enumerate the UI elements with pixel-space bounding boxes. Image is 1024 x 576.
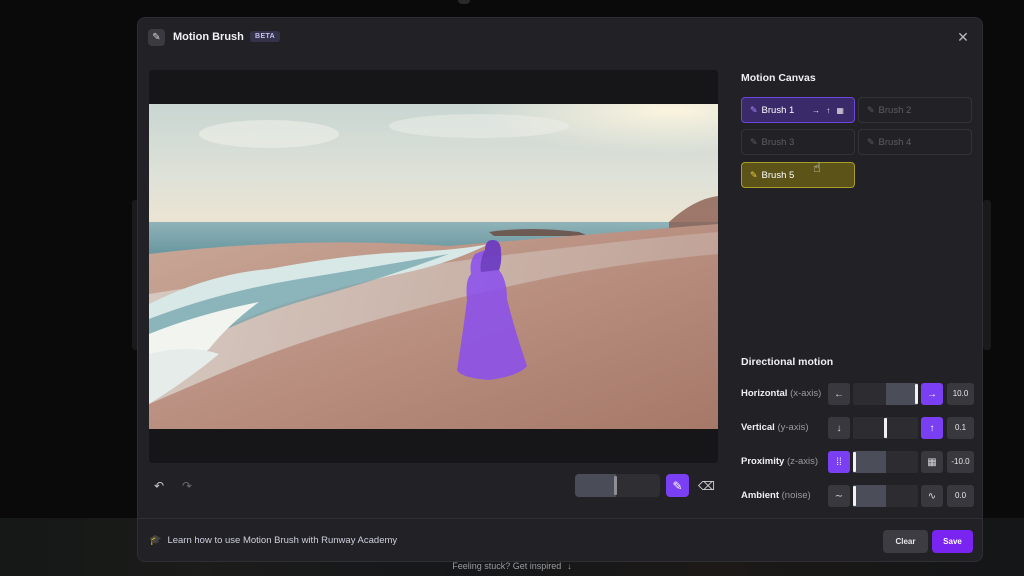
brush-icon: ✎ xyxy=(750,169,758,180)
horizontal-label: Horizontal (x-axis) xyxy=(741,388,821,399)
ambient-value[interactable]: 0.0 xyxy=(947,485,974,507)
brush-direction-indicators: → ↑ ▦ xyxy=(811,106,846,115)
brush-size-thumb[interactable] xyxy=(614,476,618,495)
horizontal-axis-hint: (x-axis) xyxy=(790,388,822,399)
modal-header: ✎ Motion Brush BETA ✕ xyxy=(138,18,982,60)
paintbrush-icon: ✎ xyxy=(148,29,165,46)
vertical-label-text: Vertical xyxy=(741,422,775,433)
ambient-axis-hint: (noise) xyxy=(781,490,811,501)
brush-icon: ✎ xyxy=(750,104,758,115)
paintbrush-icon[interactable]: ✎ xyxy=(666,474,689,497)
zoom-out-icon[interactable]: ▦ xyxy=(921,451,943,473)
horizontal-label-text: Horizontal xyxy=(741,388,788,399)
ambient-label: Ambient (noise) xyxy=(741,490,811,501)
motion-canvas-title: Motion Canvas xyxy=(741,72,816,84)
inspiration-hint[interactable]: Feeling stuck? Get inspired ↓ xyxy=(0,561,1024,571)
brush-3[interactable]: ✎ Brush 3 xyxy=(741,129,855,155)
background-top-handle xyxy=(458,0,470,4)
ambient-slider-thumb[interactable] xyxy=(853,486,856,506)
brush-label: Brush 4 xyxy=(878,136,912,148)
brush-icon: ✎ xyxy=(867,104,875,115)
arrow-right-icon[interactable]: → xyxy=(921,383,943,405)
arrow-up-icon[interactable]: ↑ xyxy=(921,417,943,439)
ambient-label-text: Ambient xyxy=(741,490,779,501)
horizontal-value[interactable]: 10.0 xyxy=(947,383,974,405)
ambient-slider-fill xyxy=(853,485,886,507)
zoom-in-icon[interactable]: ⁞⁞ xyxy=(828,451,850,473)
brush-size-fill xyxy=(575,474,616,497)
brush-label: Brush 2 xyxy=(878,104,912,116)
proximity-slider-thumb[interactable] xyxy=(853,452,856,472)
beach-scene-image xyxy=(149,104,718,429)
footer-divider xyxy=(138,518,982,519)
brush-5[interactable]: ✎ Brush 5 xyxy=(741,162,855,188)
horizontal-slider[interactable] xyxy=(853,383,918,405)
motion-canvas-image[interactable] xyxy=(149,70,718,463)
inspiration-hint-text: Feeling stuck? Get inspired xyxy=(452,561,562,571)
save-button[interactable]: Save xyxy=(932,530,973,553)
arrow-left-icon[interactable]: ← xyxy=(828,383,850,405)
brush-label: Brush 1 xyxy=(761,104,795,116)
vertical-axis-hint: (y-axis) xyxy=(777,422,809,433)
brush-4[interactable]: ✎ Brush 4 xyxy=(858,129,972,155)
horizontal-slider-fill xyxy=(885,383,918,405)
vertical-label: Vertical (y-axis) xyxy=(741,422,809,433)
arrow-down-icon[interactable]: ↓ xyxy=(828,417,850,439)
proximity-axis-hint: (z-axis) xyxy=(786,456,819,467)
vertical-motion-row: Vertical (y-axis) ↓ ↑ 0.1 xyxy=(741,417,974,439)
modal-title: Motion Brush xyxy=(173,31,244,43)
horizontal-slider-thumb[interactable] xyxy=(915,384,918,404)
directional-motion-title: Directional motion xyxy=(741,356,834,368)
pointer-cursor-icon: ☝ xyxy=(813,160,821,175)
wave-high-icon[interactable]: ∿ xyxy=(921,485,943,507)
brush-2[interactable]: ✎ Brush 2 xyxy=(858,97,972,123)
proximity-motion-row: Proximity (z-axis) ⁞⁞ ▦ -10.0 xyxy=(741,451,974,473)
horizontal-motion-row: Horizontal (x-axis) ← → 10.0 xyxy=(741,383,974,405)
graduation-cap-icon: 🎓 xyxy=(149,535,162,546)
eraser-icon[interactable]: ⌫ xyxy=(695,474,718,497)
brush-label: Brush 5 xyxy=(761,169,795,181)
academy-link[interactable]: 🎓 Learn how to use Motion Brush with Run… xyxy=(149,535,397,546)
brush-icon: ✎ xyxy=(867,136,875,147)
ambient-motion-row: Ambient (noise) ∼ ∿ 0.0 xyxy=(741,485,974,507)
undo-icon[interactable]: ↶ xyxy=(149,476,169,496)
brush-icon: ✎ xyxy=(750,136,758,147)
vertical-slider-thumb[interactable] xyxy=(884,418,888,438)
beta-badge: BETA xyxy=(250,31,281,42)
proximity-value[interactable]: -10.0 xyxy=(947,451,974,473)
proximity-label: Proximity (z-axis) xyxy=(741,456,818,467)
proximity-label-text: Proximity xyxy=(741,456,785,467)
clear-button[interactable]: Clear xyxy=(883,530,928,553)
arrow-down-icon: ↓ xyxy=(567,561,572,571)
close-icon[interactable]: ✕ xyxy=(954,28,972,46)
proximity-slider[interactable] xyxy=(853,451,918,473)
academy-link-text: Learn how to use Motion Brush with Runwa… xyxy=(167,535,398,546)
vertical-slider[interactable] xyxy=(853,417,918,439)
brush-label: Brush 3 xyxy=(761,136,795,148)
redo-icon[interactable]: ↷ xyxy=(177,476,197,496)
background-card-edge xyxy=(983,200,991,350)
ambient-slider[interactable] xyxy=(853,485,918,507)
wave-low-icon[interactable]: ∼ xyxy=(828,485,850,507)
vertical-value[interactable]: 0.1 xyxy=(947,417,974,439)
motion-brush-modal: ✎ Motion Brush BETA ✕ ↶ ↷ ✎ ⌫ Motion Can… xyxy=(137,17,983,562)
brush-size-slider[interactable] xyxy=(575,474,660,497)
proximity-slider-fill xyxy=(853,451,886,473)
brush-1[interactable]: ✎ Brush 1 → ↑ ▦ xyxy=(741,97,855,123)
